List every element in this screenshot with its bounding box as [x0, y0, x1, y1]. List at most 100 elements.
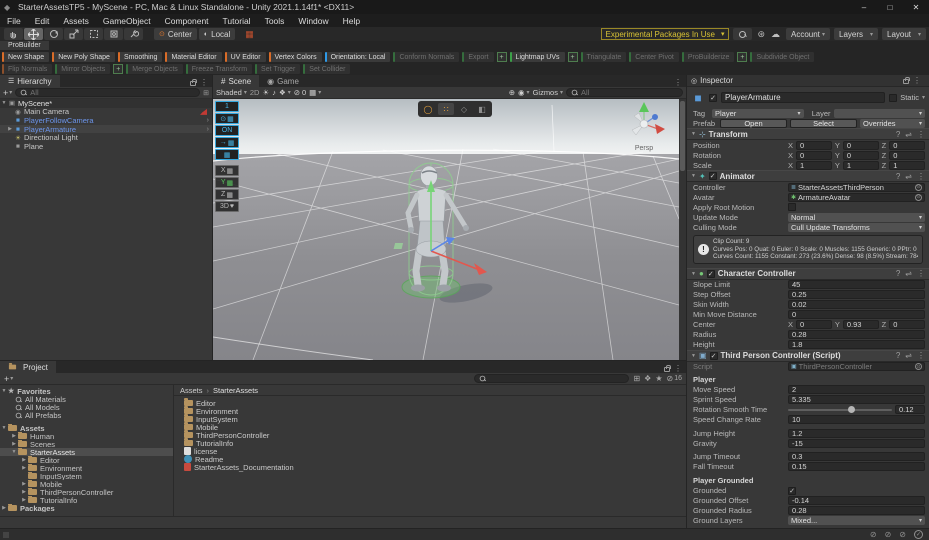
tree-item-mobile[interactable]: ▶Mobile [0, 480, 173, 488]
tag-dropdown[interactable]: Player▾ [712, 109, 804, 118]
scene-row[interactable]: ▼ ▣ MyScene* [0, 99, 212, 108]
pb-vertex-colors-button[interactable]: Vertex Colors [269, 52, 322, 62]
character-controller-header[interactable]: ▼ ● ✓ Character Controller ?⇌⋮ [687, 268, 929, 280]
progrids-show-grid-button[interactable]: ⊙▦ [215, 113, 239, 124]
prefab-overrides-dropdown[interactable]: Overrides▾ [860, 119, 925, 128]
root-motion-checkbox[interactable] [788, 203, 796, 211]
third-person-controller-header[interactable]: ▼ ▣ ✓ Third Person Controller (Script) ?… [687, 350, 929, 362]
console-icon[interactable] [3, 532, 9, 538]
scene-visibility-icon[interactable]: ⊘0 [294, 88, 306, 97]
tree-item-starterassets[interactable]: ▼StarterAssets [0, 448, 173, 456]
hierarchy-tab[interactable]: ☰ Hierarchy [0, 75, 60, 87]
more-icon[interactable]: ⋮ [674, 78, 682, 87]
project-search[interactable] [474, 374, 629, 383]
rotation-z-field[interactable]: 0 [889, 151, 925, 160]
expander-icon[interactable]: ▼ [0, 100, 8, 106]
pb-mirror-options-button[interactable]: + [113, 64, 123, 74]
search-button[interactable] [733, 28, 752, 40]
favorites-root[interactable]: ▼★Favorites [0, 387, 173, 395]
hierarchy-item-main-camera[interactable]: ◉ Main Camera [0, 108, 212, 117]
asset-thirdpersoncontroller[interactable]: ThirdPersonController [174, 431, 686, 439]
scale-y-field[interactable]: 1 [843, 161, 879, 170]
height-field[interactable]: 1.8 [788, 340, 925, 349]
tree-item-inputsystem[interactable]: InputSystem [0, 472, 173, 480]
prefab-chevron-icon[interactable]: › [207, 117, 209, 124]
project-search-input[interactable] [489, 374, 624, 383]
prefab-select-button[interactable]: Select [790, 119, 857, 128]
more-icon[interactable]: ⋮ [913, 76, 921, 85]
rect-tool-icon[interactable] [84, 28, 103, 40]
gizmos-dropdown[interactable]: Gizmos▾ [533, 88, 563, 97]
camera-settings-icon[interactable]: ◉▾ [518, 88, 530, 97]
pb-lightmap-options-button[interactable]: + [568, 52, 578, 62]
menu-gameobject[interactable]: GameObject [96, 16, 158, 26]
pb-material-editor-button[interactable]: Material Editor [165, 52, 221, 62]
edge-mode-button[interactable]: ◇ [456, 103, 472, 115]
radius-field[interactable]: 0.28 [788, 330, 925, 339]
hidden-packages-icon[interactable]: ⊘16 [667, 374, 683, 383]
menu-window[interactable]: Window [291, 16, 335, 26]
scene-viewport[interactable]: 1 ⊙▦ ON →▦ ▦ X▦ Y▦ Z▦ 3D♥ close ◯ ∷ ◇ ◧ [213, 99, 679, 360]
expander-icon[interactable]: ▶ [6, 126, 14, 132]
perspective-label[interactable]: Persp [621, 145, 667, 152]
audio-toggle-icon[interactable]: ♪ [272, 88, 276, 97]
animator-enabled-checkbox[interactable]: ✓ [709, 172, 717, 180]
pb-new-poly-shape-button[interactable]: New Poly Shape [52, 52, 115, 62]
asset-license[interactable]: license [174, 447, 686, 455]
progrids-3d-button[interactable]: 3D♥ [215, 201, 239, 212]
pivot-toggle-button[interactable]: ⊙ Center [154, 28, 197, 40]
tab-scene[interactable]: # Scene [213, 75, 259, 87]
object-mode-button[interactable]: ◯ [420, 103, 436, 115]
cloud-icon[interactable]: ☁ [771, 29, 780, 40]
mute-errors-icon[interactable]: ⊘ [870, 530, 877, 539]
pb-uv-editor-button[interactable]: UV Editor [225, 52, 266, 62]
object-picker-icon[interactable]: ⊙ [915, 194, 922, 201]
asset-starterassets-documentation[interactable]: StarterAssets_Documentation [174, 463, 686, 471]
layer-dropdown[interactable]: ▾ [834, 109, 926, 118]
asset-environment[interactable]: Environment [174, 407, 686, 415]
mute-warnings-icon[interactable]: ⊘ [885, 530, 892, 539]
scale-x-field[interactable]: 1 [796, 161, 832, 170]
tree-item-scenes[interactable]: ▶Scenes [0, 440, 173, 448]
avatar-object-field[interactable]: ✱ArmatureAvatar⊙ [788, 193, 925, 202]
update-mode-dropdown[interactable]: Normal▾ [788, 213, 925, 222]
custom-tool-icon[interactable] [124, 28, 143, 40]
scale-tool-icon[interactable] [64, 28, 83, 40]
grounded-radius-field[interactable]: 0.28 [788, 506, 925, 515]
layout-dropdown[interactable]: Layout▾ [882, 28, 926, 40]
step-offset-field[interactable]: 0.25 [788, 290, 925, 299]
tree-item-thirdpersoncontroller[interactable]: ▶ThirdPersonController [0, 488, 173, 496]
progrids-x-axis-button[interactable]: X▦ [215, 165, 239, 176]
experimental-packages-dropdown[interactable]: Experimental Packages In Use ▾ [601, 28, 730, 40]
favorite-all-materials[interactable]: All Materials [0, 395, 173, 403]
tree-item-tutorialinfo[interactable]: ▶TutorialInfo [0, 496, 173, 504]
favorite-all-prefabs[interactable]: All Prefabs [0, 411, 173, 419]
pb-probuilderize-options-button[interactable]: + [737, 52, 747, 62]
effects-dropdown-icon[interactable]: ❖▾ [279, 88, 291, 97]
center-y-field[interactable]: 0.93 [843, 320, 879, 329]
maximize-button[interactable]: □ [877, 3, 903, 12]
vertex-mode-button[interactable]: ∷ [438, 103, 454, 115]
presets-icon[interactable]: ⇌ [905, 130, 912, 139]
open-search-window-icon[interactable]: ⊞ [633, 374, 640, 383]
pb-new-shape-button[interactable]: New Shape [2, 52, 49, 62]
move-speed-field[interactable]: 2 [788, 385, 925, 394]
menu-component[interactable]: Component [158, 16, 216, 26]
jump-height-field[interactable]: 1.2 [788, 429, 925, 438]
progrids-z-axis-button[interactable]: Z▦ [215, 189, 239, 200]
center-z-field[interactable]: 0 [889, 320, 925, 329]
animator-header[interactable]: ▼ ✦ ✓ Animator ?⇌⋮ [687, 170, 929, 182]
scene-search-input[interactable] [581, 88, 678, 97]
rotation-y-field[interactable]: 0 [843, 151, 879, 160]
face-mode-button[interactable]: ◧ [474, 103, 490, 115]
hierarchy-item-player-armature[interactable]: ▶ ■ PlayerArmature › [0, 125, 212, 134]
project-tab[interactable]: Project [0, 361, 56, 373]
asset-inputsystem[interactable]: InputSystem [174, 415, 686, 423]
rotate-tool-icon[interactable] [44, 28, 63, 40]
layers-dropdown[interactable]: Layers▾ [834, 28, 878, 40]
menu-edit[interactable]: Edit [28, 16, 57, 26]
collab-icon[interactable]: ⊛ [757, 29, 765, 40]
pb-orientation-button[interactable]: Orientation: Local [325, 52, 391, 62]
chevron-down-icon[interactable]: ▾ [922, 94, 925, 101]
object-name-input[interactable] [721, 92, 885, 103]
